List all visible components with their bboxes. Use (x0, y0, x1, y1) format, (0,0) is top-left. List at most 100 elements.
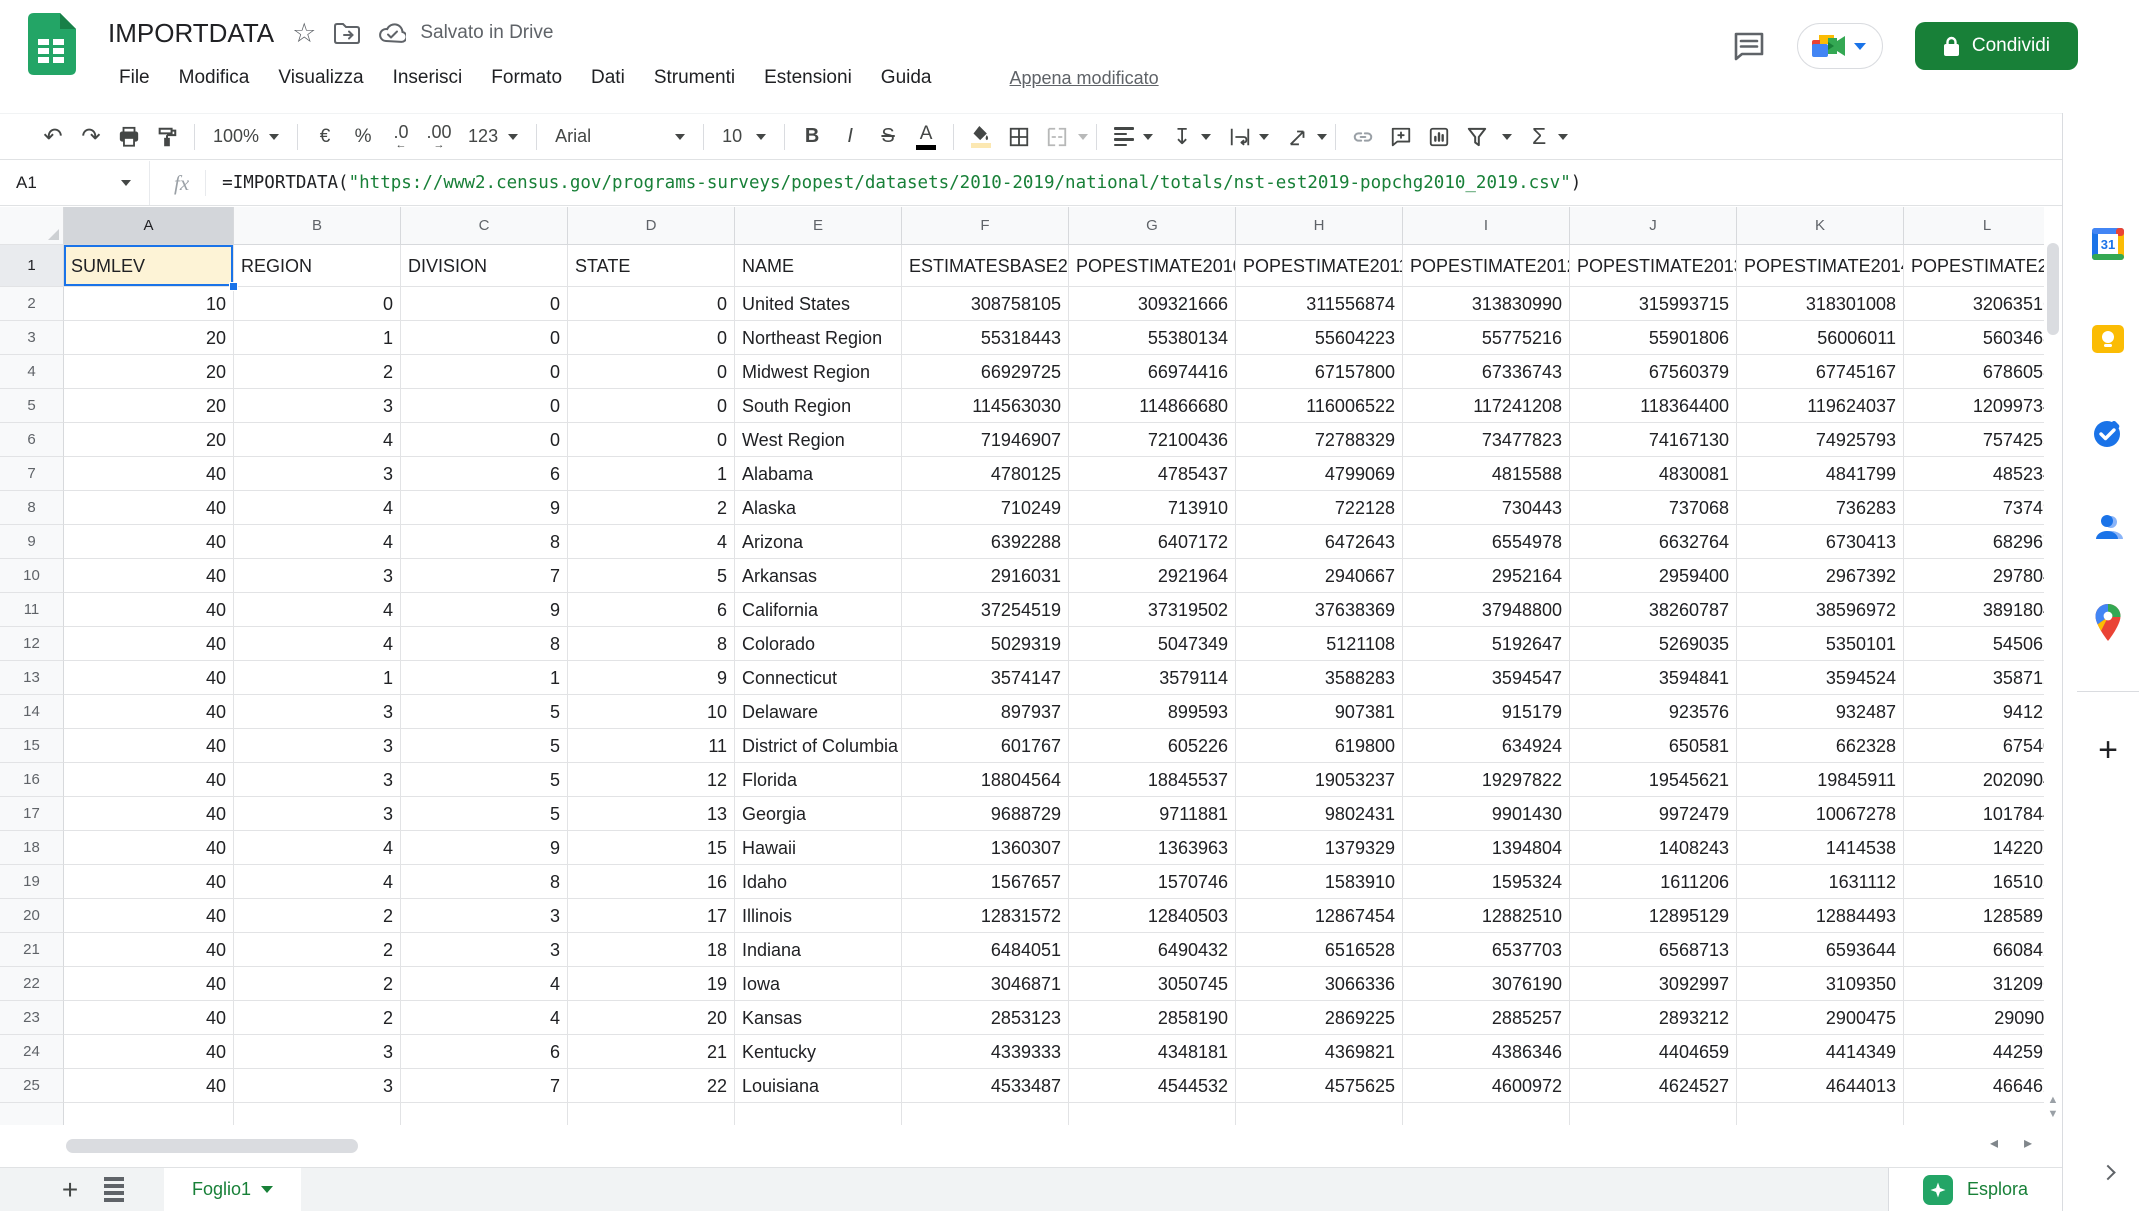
cell-E7[interactable]: Alabama (735, 457, 902, 491)
cell-J14[interactable]: 923576 (1570, 695, 1737, 729)
row-header-6[interactable]: 6 (0, 423, 64, 457)
cell-J6[interactable]: 74167130 (1570, 423, 1737, 457)
cell-C16[interactable]: 5 (401, 763, 568, 797)
cell-G3[interactable]: 55380134 (1069, 321, 1236, 355)
cell-G21[interactable]: 6490432 (1069, 933, 1236, 967)
cell-C21[interactable]: 3 (401, 933, 568, 967)
merge-cells-caret[interactable] (1078, 134, 1088, 140)
cell-J2[interactable]: 315993715 (1570, 287, 1737, 321)
cell-G11[interactable]: 37319502 (1069, 593, 1236, 627)
functions-button[interactable]: Σ (1520, 118, 1558, 156)
cell-A15[interactable]: 40 (64, 729, 234, 763)
redo-button[interactable]: ↷ (72, 118, 110, 156)
cell-C24[interactable]: 6 (401, 1035, 568, 1069)
more-formats-button[interactable]: 123 (458, 118, 528, 156)
cell-B13[interactable]: 1 (234, 661, 401, 695)
cell-C12[interactable]: 8 (401, 627, 568, 661)
cell-B9[interactable]: 4 (234, 525, 401, 559)
cell-C10[interactable]: 7 (401, 559, 568, 593)
cell-D19[interactable]: 16 (568, 865, 735, 899)
cell-J13[interactable]: 3594841 (1570, 661, 1737, 695)
cell-H15[interactable]: 619800 (1236, 729, 1403, 763)
keep-icon[interactable] (2090, 321, 2126, 362)
cell-D8[interactable]: 2 (568, 491, 735, 525)
cell-B20[interactable]: 2 (234, 899, 401, 933)
menu-file[interactable]: File (108, 62, 161, 94)
cell-B1[interactable]: REGION (234, 245, 401, 287)
cell-G4[interactable]: 66974416 (1069, 355, 1236, 389)
saved-cloud-icon[interactable] (378, 22, 406, 44)
vertical-align-caret[interactable] (1201, 134, 1211, 140)
cell-I23[interactable]: 2885257 (1403, 1001, 1570, 1035)
cell-K15[interactable]: 662328 (1737, 729, 1904, 763)
cell-L5[interactable]: 120997341 (1904, 389, 2044, 423)
cell-J10[interactable]: 2959400 (1570, 559, 1737, 593)
cell-K4[interactable]: 67745167 (1737, 355, 1904, 389)
cell-C5[interactable]: 0 (401, 389, 568, 423)
row-header-13[interactable]: 13 (0, 661, 64, 695)
cell-I20[interactable]: 12882510 (1403, 899, 1570, 933)
cell-F23[interactable]: 2853123 (902, 1001, 1069, 1035)
cell-F3[interactable]: 55318443 (902, 321, 1069, 355)
cell-K14[interactable]: 932487 (1737, 695, 1904, 729)
sheets-logo-icon[interactable] (26, 13, 76, 80)
menu-guida[interactable]: Guida (870, 62, 943, 94)
cell-D21[interactable]: 18 (568, 933, 735, 967)
cell-K23[interactable]: 2900475 (1737, 1001, 1904, 1035)
cell-B12[interactable]: 4 (234, 627, 401, 661)
cell-B17[interactable]: 3 (234, 797, 401, 831)
cell-I14[interactable]: 915179 (1403, 695, 1570, 729)
cell-G24[interactable]: 4348181 (1069, 1035, 1236, 1069)
increase-decimal-button[interactable]: .00→ (420, 118, 458, 156)
formula-input[interactable]: =IMPORTDATA("https://www2.census.gov/pro… (222, 173, 1581, 193)
cell-C2[interactable]: 0 (401, 287, 568, 321)
cell-J9[interactable]: 6632764 (1570, 525, 1737, 559)
cell-K19[interactable]: 1631112 (1737, 865, 1904, 899)
cell-J26[interactable] (1570, 1103, 1737, 1125)
cell-F10[interactable]: 2916031 (902, 559, 1069, 593)
cell-K6[interactable]: 74925793 (1737, 423, 1904, 457)
format-percent-button[interactable]: % (344, 118, 382, 156)
cell-C1[interactable]: DIVISION (401, 245, 568, 287)
cell-G17[interactable]: 9711881 (1069, 797, 1236, 831)
cell-K2[interactable]: 318301008 (1737, 287, 1904, 321)
name-box[interactable]: A1 (0, 161, 150, 205)
cell-L7[interactable]: 4852347 (1904, 457, 2044, 491)
cell-E22[interactable]: Iowa (735, 967, 902, 1001)
cell-J18[interactable]: 1408243 (1570, 831, 1737, 865)
cell-E5[interactable]: South Region (735, 389, 902, 423)
cell-C9[interactable]: 8 (401, 525, 568, 559)
cell-G13[interactable]: 3579114 (1069, 661, 1236, 695)
cell-A8[interactable]: 40 (64, 491, 234, 525)
font-size-selector[interactable]: 10 (712, 118, 776, 156)
cell-C11[interactable]: 9 (401, 593, 568, 627)
filter-caret[interactable] (1502, 134, 1512, 140)
cell-I25[interactable]: 4600972 (1403, 1069, 1570, 1103)
menu-visualizza[interactable]: Visualizza (267, 62, 374, 94)
cell-G14[interactable]: 899593 (1069, 695, 1236, 729)
cell-D12[interactable]: 8 (568, 627, 735, 661)
menu-strumenti[interactable]: Strumenti (643, 62, 746, 94)
cell-G25[interactable]: 4544532 (1069, 1069, 1236, 1103)
cell-C20[interactable]: 3 (401, 899, 568, 933)
cell-L13[interactable]: 3587122 (1904, 661, 2044, 695)
cell-H14[interactable]: 907381 (1236, 695, 1403, 729)
tasks-icon[interactable] (2090, 415, 2126, 456)
row-header-19[interactable]: 19 (0, 865, 64, 899)
cell-I5[interactable]: 117241208 (1403, 389, 1570, 423)
cell-F9[interactable]: 6392288 (902, 525, 1069, 559)
cell-E2[interactable]: United States (735, 287, 902, 321)
cell-K5[interactable]: 119624037 (1737, 389, 1904, 423)
horizontal-align-button[interactable] (1105, 118, 1143, 156)
cell-H18[interactable]: 1379329 (1236, 831, 1403, 865)
cell-D24[interactable]: 21 (568, 1035, 735, 1069)
cell-L15[interactable]: 675400 (1904, 729, 2044, 763)
cell-C25[interactable]: 7 (401, 1069, 568, 1103)
cell-A2[interactable]: 10 (64, 287, 234, 321)
cell-C23[interactable]: 4 (401, 1001, 568, 1035)
cell-H16[interactable]: 19053237 (1236, 763, 1403, 797)
cell-L25[interactable]: 4664628 (1904, 1069, 2044, 1103)
column-header-B[interactable]: B (234, 207, 401, 245)
cell-K7[interactable]: 4841799 (1737, 457, 1904, 491)
cell-L17[interactable]: 10178447 (1904, 797, 2044, 831)
